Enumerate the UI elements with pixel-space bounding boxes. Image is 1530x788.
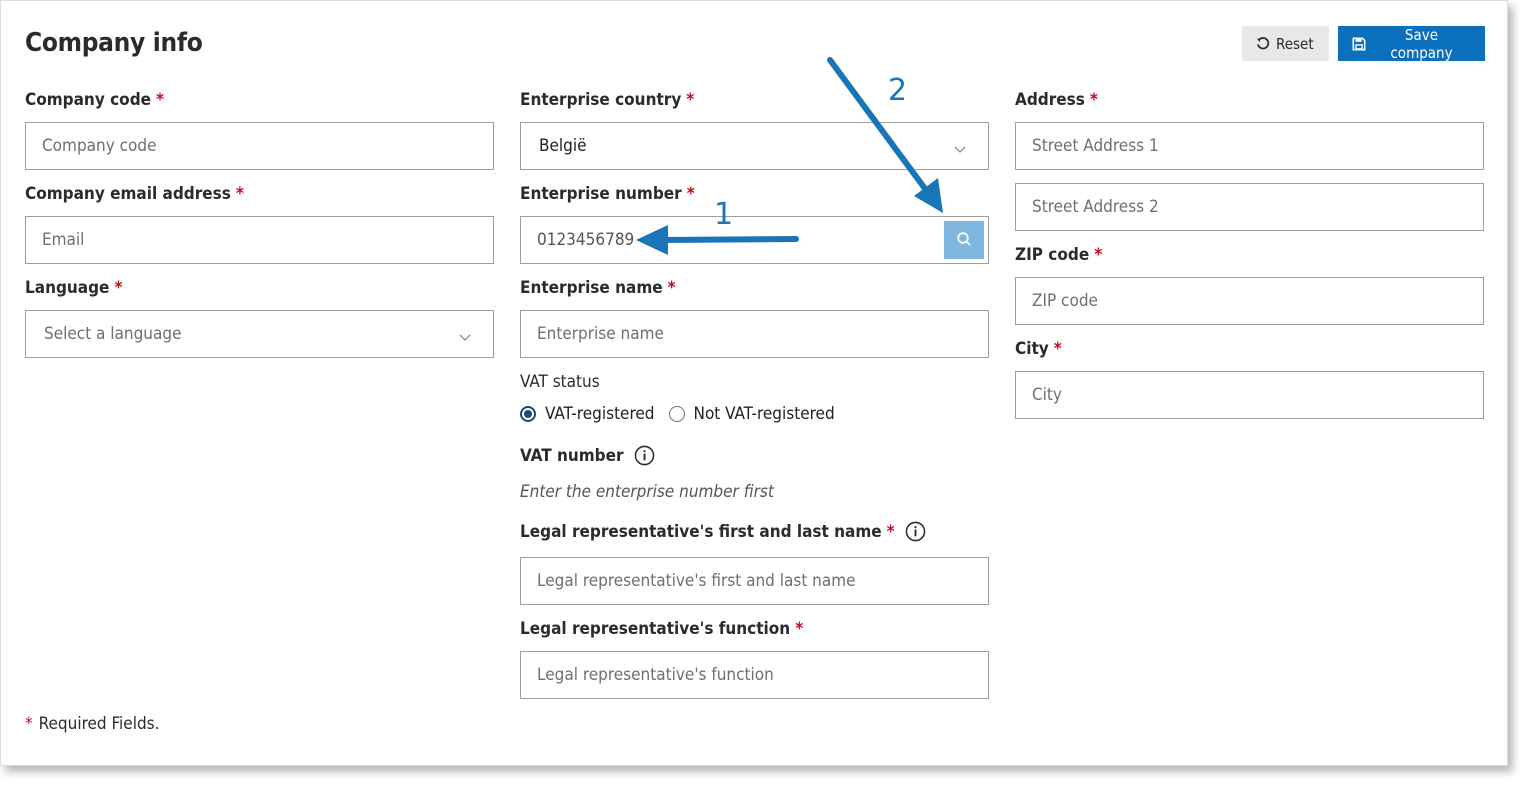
callout-number-1: 1 — [714, 197, 734, 232]
company-email-label: Company email address * — [25, 184, 244, 204]
reset-button[interactable]: Reset — [1242, 26, 1329, 61]
company-email-field — [25, 216, 494, 264]
legal-rep-name-label: Legal representative's first and last na… — [520, 521, 926, 542]
reset-icon — [1256, 36, 1270, 51]
language-label: Language * — [25, 278, 123, 298]
company-code-field — [25, 122, 494, 170]
language-select-value: Select a language — [44, 324, 182, 344]
zip-code-field — [1015, 277, 1484, 325]
save-button-label: Save company — [1390, 25, 1453, 62]
street-address-2-input[interactable] — [1016, 184, 1483, 230]
enterprise-name-input[interactable] — [521, 311, 988, 357]
enterprise-country-select[interactable]: België — [520, 122, 989, 170]
company-code-input[interactable] — [26, 123, 493, 169]
info-icon[interactable] — [905, 521, 926, 542]
not-vat-registered-radio[interactable]: Not VAT-registered — [668, 404, 835, 424]
company-info-panel: Company info Reset Save company Company … — [0, 0, 1508, 766]
reset-button-label: Reset — [1276, 34, 1314, 53]
radio-checked-icon — [520, 406, 536, 422]
enterprise-number-field — [520, 216, 989, 264]
save-company-button[interactable]: Save company — [1338, 25, 1485, 62]
legal-rep-name-input[interactable] — [521, 558, 988, 604]
enterprise-search-button[interactable] — [944, 221, 984, 259]
enterprise-number-label: Enterprise number * — [520, 184, 695, 204]
enterprise-name-field — [520, 310, 989, 358]
street-address-1-field — [1015, 122, 1484, 170]
company-code-label: Company code * — [25, 90, 165, 110]
city-field — [1015, 371, 1484, 419]
language-select[interactable]: Select a language — [25, 310, 494, 358]
email-input[interactable] — [26, 217, 493, 263]
legal-rep-function-field — [520, 651, 989, 699]
legal-rep-name-field — [520, 557, 989, 605]
enterprise-country-label: Enterprise country * — [520, 90, 695, 110]
street-address-1-input[interactable] — [1016, 123, 1483, 169]
vat-status-label: VAT status — [520, 372, 600, 392]
vat-number-label: VAT number — [520, 445, 655, 466]
enterprise-name-label: Enterprise name * — [520, 278, 676, 298]
city-label: City * — [1015, 339, 1062, 359]
page-title: Company info — [25, 28, 203, 58]
save-icon — [1352, 37, 1366, 51]
enterprise-number-input[interactable] — [521, 217, 988, 263]
info-icon[interactable] — [634, 445, 655, 466]
legal-rep-function-input[interactable] — [521, 652, 988, 698]
radio-unchecked-icon — [668, 406, 685, 422]
callout-number-2: 2 — [888, 73, 908, 108]
vat-registered-radio[interactable]: VAT-registered — [520, 404, 655, 424]
vat-number-hint: Enter the enterprise number first — [520, 482, 774, 502]
street-address-2-field — [1015, 183, 1484, 231]
legal-rep-function-label: Legal representative's function * — [520, 619, 804, 639]
zip-code-input[interactable] — [1016, 278, 1483, 324]
city-input[interactable] — [1016, 372, 1483, 418]
required-fields-note: * Required Fields. — [25, 714, 160, 734]
search-icon — [956, 231, 972, 250]
enterprise-country-value: België — [539, 136, 587, 156]
zip-code-label: ZIP code * — [1015, 245, 1103, 265]
chevron-down-icon — [459, 328, 471, 347]
chevron-down-icon — [954, 140, 966, 159]
vat-status-radio-group: VAT-registered Not VAT-registered — [520, 404, 849, 424]
address-label: Address * — [1015, 90, 1098, 110]
